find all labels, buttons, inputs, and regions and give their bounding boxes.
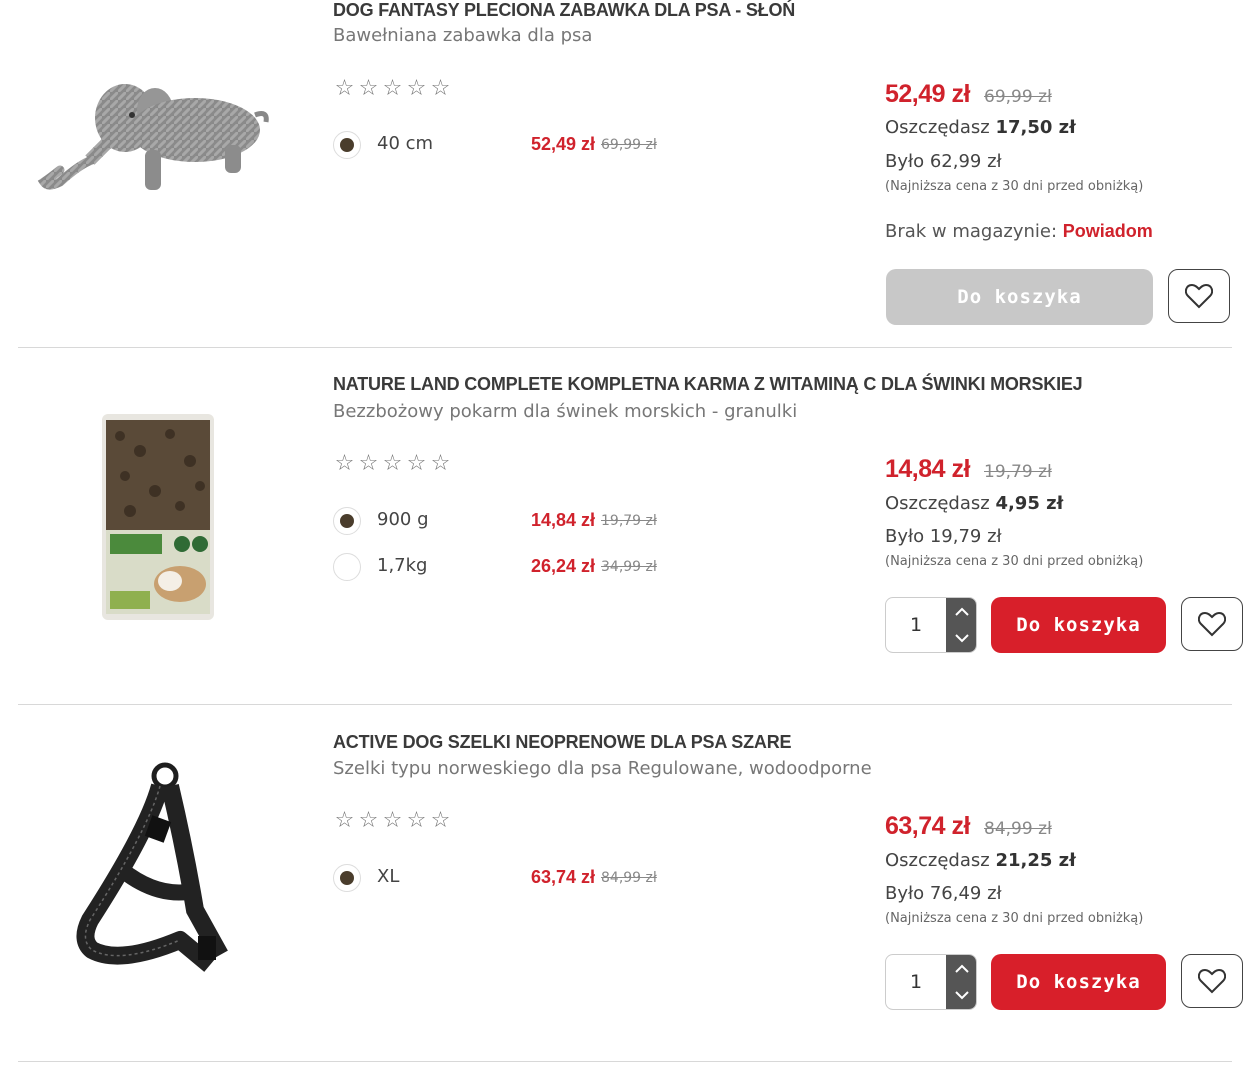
quantity-input[interactable]: 1 [886, 955, 946, 1009]
variant-label: 40 cm [377, 133, 434, 154]
variant-old-price: 34,99 zł [601, 559, 657, 575]
add-to-cart-button[interactable]: Do koszyka [991, 597, 1166, 653]
savings-value: 17,50 zł [995, 117, 1076, 138]
chevron-up-icon [955, 964, 969, 973]
variant-label: 900 g [377, 509, 429, 530]
old-price: 19,79 zł [984, 462, 1052, 482]
heart-icon [1185, 283, 1213, 309]
add-to-cart-button[interactable]: Do koszyka [991, 954, 1166, 1010]
stock-label: Brak w magazynie: [885, 221, 1058, 242]
rating-stars: ☆ ☆ ☆ ☆ ☆ [333, 451, 453, 476]
wishlist-button[interactable] [1181, 954, 1243, 1008]
product-card: DOG FANTASY PLECIONA ZABAWKA DLA PSA - S… [0, 0, 1250, 347]
variant-option[interactable]: 40 cm 52,49 zł 69,99 zł [333, 131, 673, 161]
star-icon: ☆ [406, 808, 428, 833]
product-image[interactable] [30, 60, 280, 210]
variant-radio[interactable] [333, 864, 361, 892]
chevron-down-icon [955, 634, 969, 643]
quantity-decrease-button[interactable] [946, 982, 976, 1009]
savings-value: 21,25 zł [995, 850, 1076, 871]
product-title[interactable]: NATURE LAND COMPLETE KOMPLETNA KARMA Z W… [333, 374, 1083, 395]
quantity-stepper[interactable]: 1 [885, 597, 977, 653]
wishlist-button[interactable] [1168, 269, 1230, 323]
variant-radio[interactable] [333, 553, 361, 581]
star-icon: ☆ [406, 76, 428, 101]
star-icon: ☆ [382, 76, 404, 101]
previous-price: Było 76,49 zł [885, 883, 1002, 904]
star-icon: ☆ [430, 808, 452, 833]
variant-old-price: 69,99 zł [601, 137, 657, 153]
current-price: 52,49 zł [885, 80, 970, 108]
savings-text: Oszczędasz 4,95 zł [885, 493, 1063, 514]
chevron-down-icon [955, 991, 969, 1000]
stock-status: Brak w magazynie: Powiadom [885, 221, 1153, 242]
variant-label: 1,7kg [377, 555, 428, 576]
previous-price: Było 19,79 zł [885, 526, 1002, 547]
chevron-up-icon [955, 607, 969, 616]
star-icon: ☆ [382, 808, 404, 833]
quantity-increase-button[interactable] [946, 955, 976, 983]
star-icon: ☆ [358, 451, 380, 476]
quantity-increase-button[interactable] [946, 598, 976, 626]
product-subtitle: Bawełniana zabawka dla psa [333, 25, 593, 46]
product-image[interactable] [30, 760, 280, 980]
guinea-pig-food-bag-image [102, 414, 214, 620]
rating-stars: ☆ ☆ ☆ ☆ ☆ [333, 76, 453, 101]
variant-old-price: 19,79 zł [601, 513, 657, 529]
notify-link[interactable]: Powiadom [1063, 221, 1153, 241]
product-image[interactable] [30, 406, 280, 626]
old-price: 84,99 zł [984, 819, 1052, 839]
rating-stars: ☆ ☆ ☆ ☆ ☆ [333, 808, 453, 833]
product-subtitle: Bezzbożowy pokarm dla świnek morskich - … [333, 401, 798, 422]
savings-label: Oszczędasz [885, 850, 990, 871]
current-price: 63,74 zł [885, 812, 970, 840]
savings-text: Oszczędasz 21,25 zł [885, 850, 1076, 871]
old-price: 69,99 zł [984, 87, 1052, 107]
product-divider [18, 1061, 1232, 1062]
star-icon: ☆ [358, 76, 380, 101]
variant-radio[interactable] [333, 507, 361, 535]
product-title[interactable]: DOG FANTASY PLECIONA ZABAWKA DLA PSA - S… [333, 0, 795, 21]
previous-price: Było 62,99 zł [885, 151, 1002, 172]
add-to-cart-button[interactable]: Do koszyka [886, 269, 1153, 325]
star-icon: ☆ [430, 451, 452, 476]
star-icon: ☆ [358, 808, 380, 833]
variant-price: 52,49 zł [531, 134, 596, 154]
variant-old-price: 84,99 zł [601, 870, 657, 886]
savings-value: 4,95 zł [995, 493, 1064, 514]
star-icon: ☆ [334, 76, 356, 101]
star-icon: ☆ [406, 451, 428, 476]
variant-price: 26,24 zł [531, 556, 596, 576]
heart-icon [1198, 968, 1226, 994]
quantity-input[interactable]: 1 [886, 598, 946, 652]
lowest-price-note: (Najniższa cena z 30 dni przed obniżką) [885, 179, 1144, 194]
variant-price: 63,74 zł [531, 867, 596, 887]
heart-icon [1198, 611, 1226, 637]
star-icon: ☆ [382, 451, 404, 476]
quantity-decrease-button[interactable] [946, 625, 976, 652]
star-icon: ☆ [334, 808, 356, 833]
savings-label: Oszczędasz [885, 117, 990, 138]
variant-option[interactable]: 900 g 14,84 zł 19,79 zł [333, 507, 673, 537]
variant-label: XL [377, 866, 400, 887]
variant-radio[interactable] [333, 131, 361, 159]
product-card: ACTIVE DOG SZELKI NEOPRENOWE DLA PSA SZA… [0, 705, 1250, 1061]
variant-option[interactable]: XL 63,74 zł 84,99 zł [333, 864, 673, 894]
star-icon: ☆ [334, 451, 356, 476]
dog-harness-image [76, 762, 228, 972]
product-card: NATURE LAND COMPLETE KOMPLETNA KARMA Z W… [0, 348, 1250, 704]
wishlist-button[interactable] [1181, 597, 1243, 651]
rope-elephant-toy-image [37, 84, 269, 190]
lowest-price-note: (Najniższa cena z 30 dni przed obniżką) [885, 554, 1144, 569]
star-icon: ☆ [430, 76, 452, 101]
variant-price: 14,84 zł [531, 510, 596, 530]
lowest-price-note: (Najniższa cena z 30 dni przed obniżką) [885, 911, 1144, 926]
product-title[interactable]: ACTIVE DOG SZELKI NEOPRENOWE DLA PSA SZA… [333, 732, 792, 753]
quantity-stepper[interactable]: 1 [885, 954, 977, 1010]
product-subtitle: Szelki typu norweskiego dla psa Regulowa… [333, 758, 872, 779]
savings-label: Oszczędasz [885, 493, 990, 514]
variant-option[interactable]: 1,7kg 26,24 zł 34,99 zł [333, 553, 673, 583]
savings-text: Oszczędasz 17,50 zł [885, 117, 1076, 138]
current-price: 14,84 zł [885, 455, 970, 483]
